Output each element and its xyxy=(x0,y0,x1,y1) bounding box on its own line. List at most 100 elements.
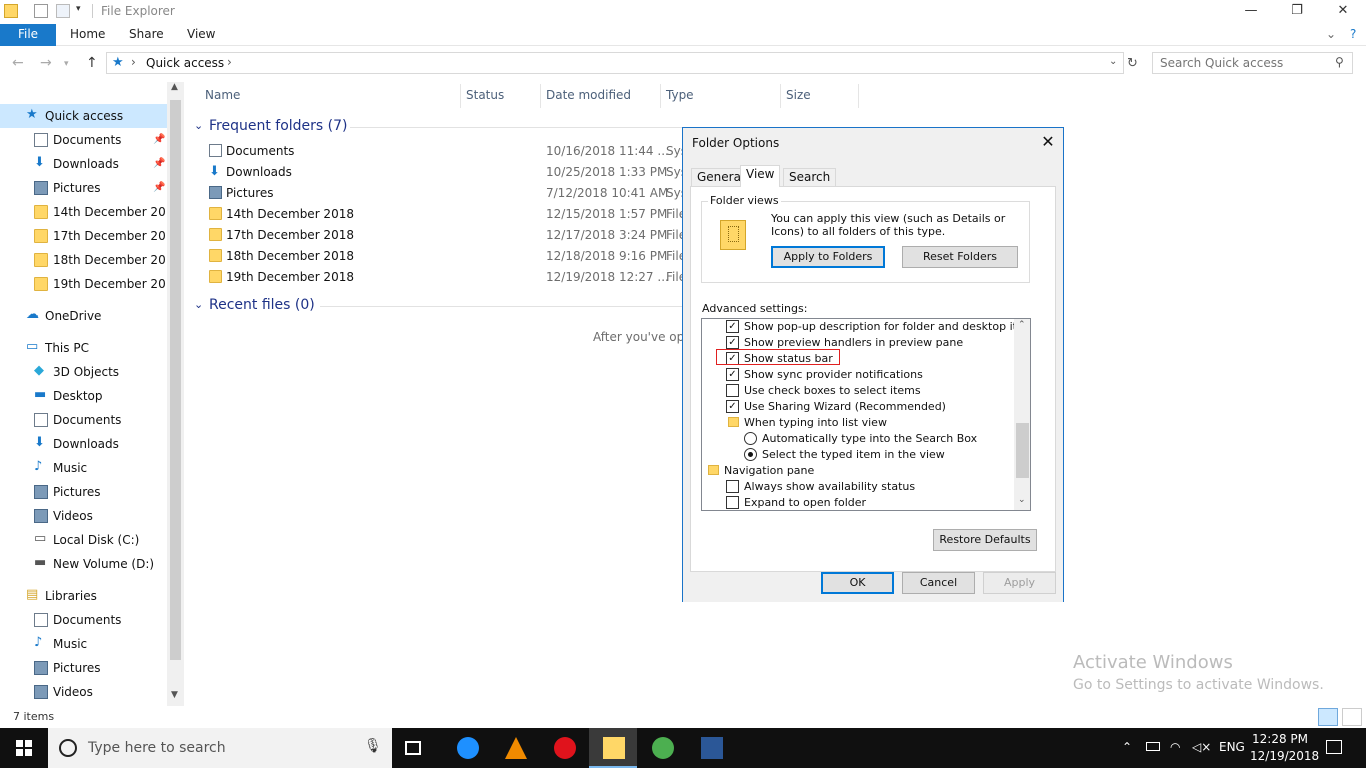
column-divider[interactable] xyxy=(460,84,461,108)
minimize-button[interactable]: — xyxy=(1228,0,1274,24)
nav-item[interactable]: Pictures xyxy=(0,480,167,504)
checkbox-checked[interactable]: ✓ xyxy=(726,320,739,333)
nav-item[interactable]: ▬ New Volume (D:) xyxy=(0,552,167,576)
details-view-icon[interactable] xyxy=(1318,708,1338,726)
close-button[interactable]: ✕ xyxy=(1320,0,1366,24)
nav-item[interactable]: ⬇ Downloads xyxy=(0,432,167,456)
taskbar-search-box[interactable]: Type here to search 🎙 xyxy=(48,728,392,768)
nav-item[interactable]: ▬ Desktop xyxy=(0,384,167,408)
nav-item[interactable]: Documents xyxy=(0,608,167,632)
new-folder-icon[interactable] xyxy=(56,4,70,18)
cancel-button[interactable]: Cancel xyxy=(902,572,975,594)
taskbar-app-button[interactable] xyxy=(638,728,686,768)
action-center-icon[interactable] xyxy=(1326,740,1342,754)
tab-view[interactable]: View xyxy=(740,165,781,187)
checkbox-checked[interactable]: ✓ xyxy=(726,400,739,413)
volume-mute-icon[interactable]: ◁× xyxy=(1192,740,1211,754)
column-divider[interactable] xyxy=(780,84,781,108)
apply-button[interactable]: Apply xyxy=(983,572,1056,594)
nav-scroll-thumb[interactable] xyxy=(170,100,181,660)
clock-date[interactable]: 12/19/2018 xyxy=(1250,749,1319,763)
checkbox-checked[interactable]: ✓ xyxy=(726,368,739,381)
taskbar-app-button[interactable] xyxy=(687,728,735,768)
scroll-down-icon[interactable]: ⌄ xyxy=(1018,495,1026,505)
nav-item[interactable]: 17th December 2018 xyxy=(0,224,181,248)
tab-view[interactable]: View xyxy=(187,24,215,46)
nav-item[interactable]: Documents xyxy=(0,408,167,432)
table-row[interactable]: 19th December 2018 12/19/2018 12:27 ... Fi… xyxy=(205,267,705,288)
apply-to-folders-button[interactable]: Apply to Folders xyxy=(771,246,885,268)
table-row[interactable]: Documents 10/16/2018 11:44 ... Sys xyxy=(205,141,705,162)
collapse-chevron-icon[interactable]: ⌄ xyxy=(194,298,203,311)
advanced-settings-list[interactable]: ✓ Show pop-up description for folder and … xyxy=(701,318,1031,511)
forward-arrow-icon[interactable]: → xyxy=(40,55,52,71)
search-box[interactable]: ⚲ xyxy=(1152,52,1353,74)
checkbox-checked[interactable]: ✓ xyxy=(726,336,739,349)
input-language[interactable]: ENG xyxy=(1219,740,1245,754)
large-icons-view-icon[interactable] xyxy=(1342,708,1362,726)
frequent-folders-header[interactable]: Frequent folders (7) xyxy=(209,118,348,134)
table-row[interactable]: 18th December 2018 12/18/2018 9:16 PM File xyxy=(205,246,705,267)
breadcrumb-quick-access[interactable]: Quick access xyxy=(146,56,224,70)
checkbox[interactable] xyxy=(726,480,739,493)
clock-time[interactable]: 12:28 PM xyxy=(1252,732,1308,746)
tab-file[interactable]: File xyxy=(0,24,56,46)
nav-item[interactable]: Videos xyxy=(0,680,167,704)
column-date-modified[interactable]: Date modified xyxy=(546,88,631,102)
wifi-icon[interactable]: ◠ xyxy=(1170,740,1180,754)
nav-item[interactable]: 14th December 2018 xyxy=(0,200,181,224)
back-arrow-icon[interactable]: ← xyxy=(12,55,24,71)
chevron-right-icon[interactable]: › xyxy=(227,55,232,69)
nav-item[interactable]: 19th December 2018 xyxy=(0,272,181,296)
nav-item[interactable]: ⬇ Downloads 📌 xyxy=(0,152,167,176)
microphone-icon[interactable]: 🎙 xyxy=(364,738,382,754)
scroll-up-icon[interactable]: ⌃ xyxy=(1018,320,1026,330)
nav-item[interactable]: Pictures 📌 xyxy=(0,176,167,200)
reset-folders-button[interactable]: Reset Folders xyxy=(902,246,1018,268)
nav-item[interactable]: ♪ Music xyxy=(0,632,167,656)
table-row[interactable]: 14th December 2018 12/15/2018 1:57 PM File xyxy=(205,204,705,225)
ok-button[interactable]: OK xyxy=(821,572,894,594)
radio-button[interactable] xyxy=(744,432,757,445)
nav-item[interactable]: Pictures xyxy=(0,656,167,680)
nav-item[interactable]: Documents 📌 xyxy=(0,128,167,152)
taskbar-app-button[interactable] xyxy=(491,728,539,768)
column-size[interactable]: Size xyxy=(786,88,811,102)
customize-toolbar-icon[interactable]: ▾ xyxy=(76,4,81,14)
column-divider[interactable] xyxy=(540,84,541,108)
tab-home[interactable]: Home xyxy=(70,24,105,46)
column-divider[interactable] xyxy=(660,84,661,108)
recent-locations-icon[interactable]: ▾ xyxy=(64,59,69,69)
table-row[interactable]: 17th December 2018 12/17/2018 3:24 PM File xyxy=(205,225,705,246)
nav-item[interactable]: ◆ 3D Objects xyxy=(0,360,167,384)
tab-share[interactable]: Share xyxy=(129,24,164,46)
search-input[interactable] xyxy=(1160,54,1330,72)
properties-icon[interactable] xyxy=(34,4,48,18)
scroll-up-icon[interactable]: ▲ xyxy=(171,82,178,92)
radio-selected[interactable] xyxy=(744,448,757,461)
table-row[interactable]: Pictures 7/12/2018 10:41 AM Sys xyxy=(205,183,705,204)
file-explorer-icon[interactable] xyxy=(4,4,18,18)
help-icon[interactable]: ? xyxy=(1350,24,1356,46)
column-type[interactable]: Type xyxy=(666,88,694,102)
nav-item[interactable]: ▭ Local Disk (C:) xyxy=(0,528,167,552)
scroll-down-icon[interactable]: ▼ xyxy=(171,690,178,700)
show-hidden-icons-icon[interactable]: ⌃ xyxy=(1122,740,1132,754)
taskbar-app-button[interactable] xyxy=(443,728,491,768)
chevron-down-icon[interactable]: ⌄ xyxy=(1109,56,1117,67)
nav-item[interactable]: 18th December 2018 xyxy=(0,248,181,272)
battery-icon[interactable] xyxy=(1146,742,1160,751)
tab-search[interactable]: Search xyxy=(783,168,837,186)
recent-files-header[interactable]: Recent files (0) xyxy=(209,297,315,313)
restore-defaults-button[interactable]: Restore Defaults xyxy=(933,529,1037,551)
taskbar-app-button[interactable] xyxy=(589,728,637,768)
nav-item[interactable]: ★ Quick access xyxy=(0,104,167,128)
column-name[interactable]: Name xyxy=(205,88,240,102)
nav-item[interactable]: ☁ OneDrive xyxy=(0,304,167,328)
advanced-scroll-thumb[interactable] xyxy=(1016,423,1029,478)
chevron-right-icon[interactable]: › xyxy=(131,55,136,69)
dialog-close-button[interactable]: ✕ xyxy=(1035,131,1061,153)
refresh-icon[interactable]: ↻ xyxy=(1127,56,1138,71)
windows-start-icon[interactable] xyxy=(16,740,32,756)
nav-item[interactable]: ♪ Music xyxy=(0,456,167,480)
